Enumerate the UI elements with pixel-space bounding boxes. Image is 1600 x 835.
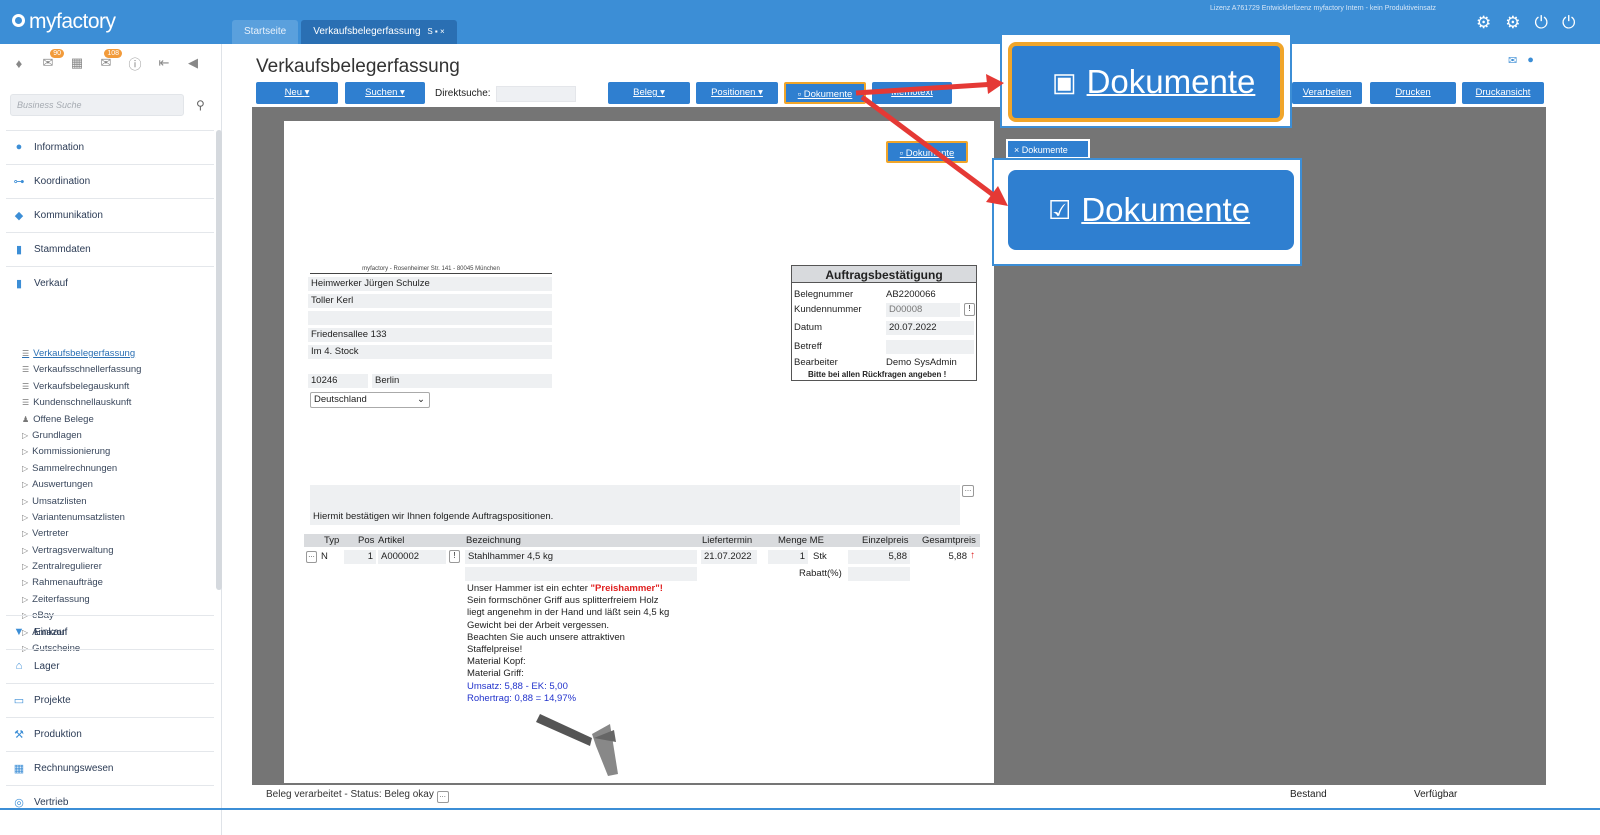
status-text: Beleg verarbeitet - Status: Beleg okay	[266, 789, 434, 800]
verfuegbar-label: Verfügbar	[1414, 789, 1458, 800]
bestand-label: Bestand	[1290, 789, 1327, 800]
bottom-divider	[0, 808, 1600, 810]
status-bar: Beleg verarbeitet - Status: Beleg okay …	[266, 789, 449, 803]
status-options-button[interactable]: …	[436, 791, 449, 803]
annotation-arrows	[855, 74, 1008, 206]
